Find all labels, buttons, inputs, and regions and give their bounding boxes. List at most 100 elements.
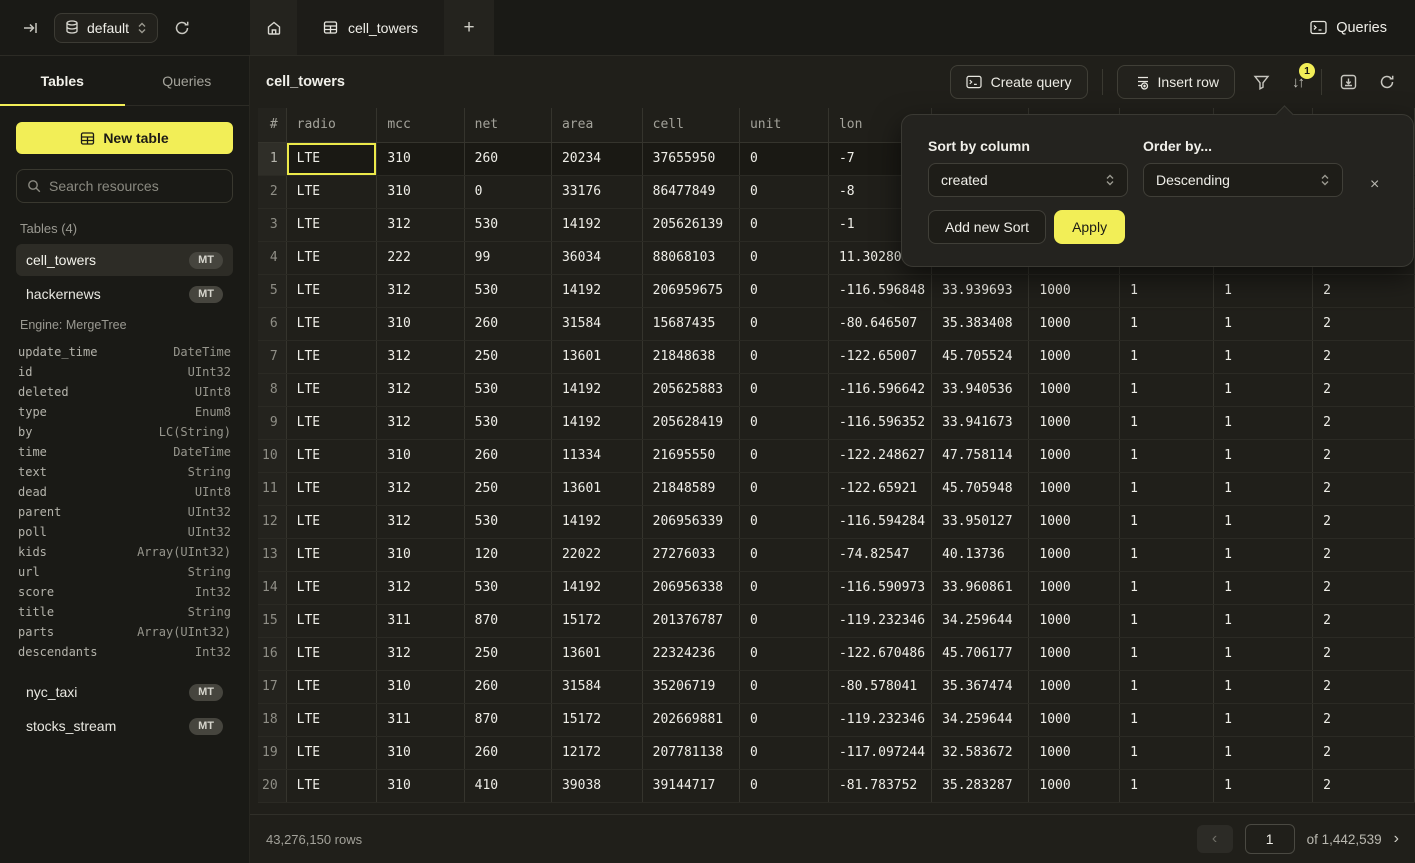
cell[interactable]: 530	[464, 373, 551, 406]
cell[interactable]: -74.82547	[828, 538, 931, 571]
column-header[interactable]: net	[464, 108, 551, 142]
cell[interactable]: 33.940536	[932, 373, 1029, 406]
cell[interactable]: 0	[739, 373, 828, 406]
cell[interactable]: 2	[1313, 307, 1415, 340]
cell[interactable]: 207781138	[642, 736, 739, 769]
cell[interactable]: 2	[1313, 769, 1415, 802]
cell[interactable]: 1	[1214, 472, 1313, 505]
cell[interactable]: -116.596642	[828, 373, 931, 406]
cell[interactable]: -116.594284	[828, 505, 931, 538]
cell[interactable]: LTE	[286, 307, 377, 340]
remove-sort-button[interactable]: ×	[1370, 176, 1379, 194]
cell[interactable]: 1	[1214, 406, 1313, 439]
cell[interactable]: 33.939693	[932, 274, 1029, 307]
cell[interactable]: 1000	[1029, 604, 1120, 637]
cell[interactable]: -80.578041	[828, 670, 931, 703]
cell[interactable]: 45.706177	[932, 637, 1029, 670]
cell[interactable]: 1	[1120, 736, 1214, 769]
cell[interactable]: 0	[739, 538, 828, 571]
cell[interactable]: -116.596352	[828, 406, 931, 439]
row-number-cell[interactable]: 10	[258, 439, 286, 472]
cell[interactable]: -119.232346	[828, 604, 931, 637]
cell[interactable]: 88068103	[642, 241, 739, 274]
cell[interactable]: 2	[1313, 439, 1415, 472]
cell[interactable]: 20234	[551, 142, 642, 175]
cell[interactable]: 27276033	[642, 538, 739, 571]
cell[interactable]: 0	[739, 406, 828, 439]
row-number-cell[interactable]: 19	[258, 736, 286, 769]
cell[interactable]: 2	[1313, 340, 1415, 373]
page-number-input[interactable]	[1245, 824, 1295, 854]
cell[interactable]: -81.783752	[828, 769, 931, 802]
cell[interactable]: 1	[1214, 703, 1313, 736]
cell[interactable]: 14192	[551, 505, 642, 538]
cell[interactable]: 2	[1313, 472, 1415, 505]
row-number-cell[interactable]: 14	[258, 571, 286, 604]
cell[interactable]: 1	[1214, 736, 1313, 769]
cell[interactable]: 310	[377, 769, 464, 802]
cell[interactable]: 0	[739, 769, 828, 802]
sort-order-select[interactable]: Descending	[1143, 163, 1343, 197]
cell[interactable]: 0	[739, 670, 828, 703]
cell[interactable]: 312	[377, 571, 464, 604]
cell[interactable]: 45.705524	[932, 340, 1029, 373]
cell[interactable]: LTE	[286, 769, 377, 802]
cell[interactable]: 530	[464, 274, 551, 307]
cell[interactable]: 260	[464, 670, 551, 703]
prev-page-button[interactable]: ‹	[1197, 825, 1233, 853]
cell[interactable]: 39144717	[642, 769, 739, 802]
filter-button[interactable]	[1249, 70, 1274, 94]
cell[interactable]: 45.705948	[932, 472, 1029, 505]
insert-row-button[interactable]: Insert row	[1117, 65, 1235, 99]
cell[interactable]: 1000	[1029, 505, 1120, 538]
cell[interactable]: 530	[464, 571, 551, 604]
cell[interactable]: 870	[464, 703, 551, 736]
cell[interactable]: 312	[377, 208, 464, 241]
row-number-cell[interactable]: 7	[258, 340, 286, 373]
cell[interactable]: 0	[739, 439, 828, 472]
cell[interactable]: 312	[377, 373, 464, 406]
sidebar-item-stocks-stream[interactable]: stocks_stream MT	[16, 710, 233, 742]
row-number-cell[interactable]: 4	[258, 241, 286, 274]
cell[interactable]: 15172	[551, 604, 642, 637]
cell[interactable]: 312	[377, 472, 464, 505]
sort-column-select[interactable]: created	[928, 163, 1128, 197]
cell[interactable]: 1	[1120, 538, 1214, 571]
cell[interactable]: 310	[377, 175, 464, 208]
cell[interactable]: 40.13736	[932, 538, 1029, 571]
cell[interactable]: 2	[1313, 604, 1415, 637]
cell[interactable]: 0	[739, 472, 828, 505]
cell[interactable]: LTE	[286, 670, 377, 703]
cell[interactable]: LTE	[286, 571, 377, 604]
cell[interactable]: 0	[739, 505, 828, 538]
cell[interactable]: 310	[377, 538, 464, 571]
cell[interactable]: 1	[1120, 274, 1214, 307]
cell[interactable]: 312	[377, 637, 464, 670]
cell[interactable]: 1000	[1029, 373, 1120, 406]
cell[interactable]: 0	[739, 208, 828, 241]
cell[interactable]: 1000	[1029, 670, 1120, 703]
cell[interactable]: 0	[739, 307, 828, 340]
cell[interactable]: 1	[1214, 604, 1313, 637]
cell[interactable]: 1	[1214, 340, 1313, 373]
cell[interactable]: 1000	[1029, 406, 1120, 439]
database-selector[interactable]: default	[54, 13, 158, 43]
search-input[interactable]	[49, 178, 222, 194]
queries-button[interactable]: Queries	[1310, 0, 1387, 55]
cell[interactable]: 0	[739, 703, 828, 736]
cell[interactable]: -122.65921	[828, 472, 931, 505]
apply-sort-button[interactable]: Apply	[1054, 210, 1125, 244]
cell[interactable]: LTE	[286, 505, 377, 538]
row-number-cell[interactable]: 20	[258, 769, 286, 802]
cell[interactable]: 0	[739, 604, 828, 637]
collapse-sidebar-button[interactable]	[18, 16, 42, 40]
cell[interactable]: 1	[1214, 538, 1313, 571]
cell[interactable]: -122.248627	[828, 439, 931, 472]
cell[interactable]: LTE	[286, 142, 377, 175]
row-number-cell[interactable]: 12	[258, 505, 286, 538]
cell[interactable]: 35.367474	[932, 670, 1029, 703]
cell[interactable]: 15687435	[642, 307, 739, 340]
home-button[interactable]	[250, 0, 297, 55]
cell[interactable]: LTE	[286, 604, 377, 637]
cell[interactable]: 312	[377, 340, 464, 373]
